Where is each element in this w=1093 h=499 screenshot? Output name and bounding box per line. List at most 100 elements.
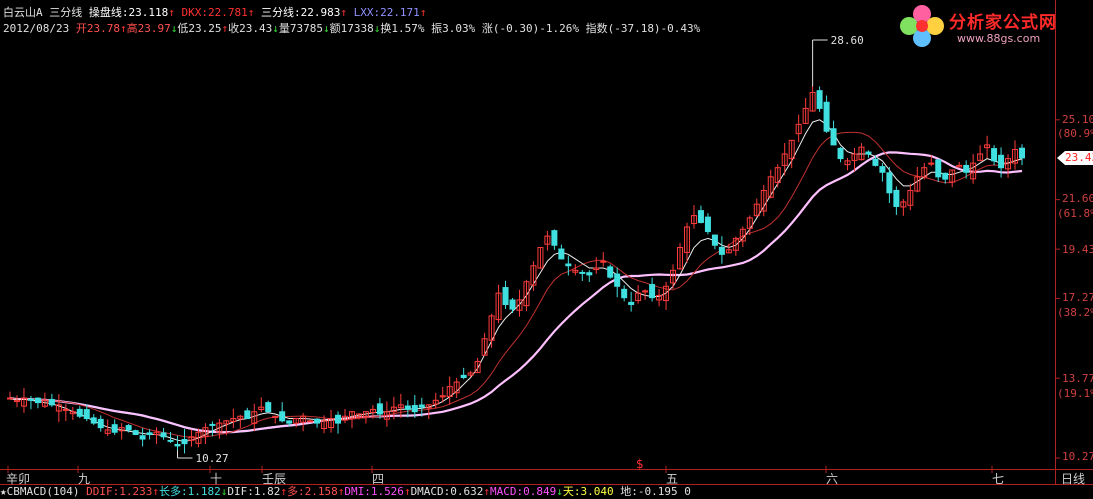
up-arrow-icon: ↑ xyxy=(403,485,411,498)
candle-down xyxy=(830,120,837,146)
candle-up xyxy=(635,285,642,304)
candle-up xyxy=(781,143,788,176)
candle-down xyxy=(502,280,509,310)
open-value: 开23.78 xyxy=(75,22,120,35)
candle-up xyxy=(572,264,579,276)
candle-up xyxy=(69,406,76,420)
candle-down xyxy=(649,277,656,302)
candle-up xyxy=(62,404,69,421)
candle-down xyxy=(816,86,823,112)
high-value: 高23.97 xyxy=(126,22,171,35)
candle-up xyxy=(432,392,439,409)
candle-down xyxy=(991,145,998,166)
y-tick-21-60: 21.60 xyxy=(1062,192,1093,205)
dmi-value: DMI:1.526 xyxy=(344,485,404,498)
candle-down xyxy=(697,205,704,224)
up-arrow-icon: ↑ xyxy=(340,6,347,19)
x-axis: 辛卯 九 十 壬辰 四 $ 五 六 七 日线 xyxy=(0,457,1093,486)
candle-up xyxy=(656,289,663,307)
candle-up xyxy=(907,183,914,211)
dkx-value: DKX:22.781 xyxy=(181,6,248,19)
candle-down xyxy=(614,267,621,298)
candle-down xyxy=(181,428,188,454)
candle-down xyxy=(139,427,146,447)
moving-average-lines xyxy=(9,119,1023,442)
candle-up xyxy=(858,143,865,161)
candle-down xyxy=(90,414,97,425)
candle-up xyxy=(342,408,349,424)
candle-up xyxy=(809,85,816,112)
kline-chart[interactable]: 28.60 10.27 xyxy=(0,0,1093,499)
duo-value: 多:2.158 xyxy=(286,485,338,498)
candle-up xyxy=(41,392,48,409)
logo-url[interactable]: www.88gs.com xyxy=(957,32,1040,45)
turnover-value: 换1.57% xyxy=(380,22,425,35)
candle-up xyxy=(7,391,13,400)
indicator-bar: ★CBMACD(104) DDIF:1.233↑长多:1.182↓DIF:1.8… xyxy=(0,485,1093,499)
ma-pink-line xyxy=(9,151,1023,434)
candle-down xyxy=(27,396,34,410)
candle-down xyxy=(893,186,900,215)
candle-up xyxy=(600,252,607,267)
candle-down xyxy=(628,291,635,312)
amplitude-value: 振3.03% xyxy=(431,22,476,35)
candle-up xyxy=(774,164,781,188)
ma-red-line xyxy=(9,131,1023,439)
candle-up xyxy=(725,243,732,254)
dollar-marker-icon: $ xyxy=(636,457,644,471)
quote-date: 2012/08/23 xyxy=(3,22,70,35)
dif-value: DIF:1.82 xyxy=(227,485,281,498)
chart-axes xyxy=(0,0,1093,485)
candle-down xyxy=(146,429,153,440)
candle-up xyxy=(956,161,963,168)
candle-down xyxy=(335,411,342,434)
up-arrow-icon: ↑ xyxy=(419,6,427,19)
candle-up xyxy=(690,205,697,229)
candle-up xyxy=(970,154,977,184)
candle-up xyxy=(767,169,774,199)
star-icon: ★ xyxy=(0,485,7,498)
y-tick-10-27: 10.27 xyxy=(1062,450,1093,463)
candle-up xyxy=(446,376,453,405)
ddif-value: DDIF:1.233 xyxy=(86,485,153,498)
candle-up xyxy=(488,313,495,348)
candle-up xyxy=(949,169,956,188)
dmacd-value: DMACD:0.632 xyxy=(410,485,484,498)
candle-up xyxy=(258,397,265,413)
y-tick-25-10: 25.10 xyxy=(1062,113,1093,126)
candle-down xyxy=(579,269,586,281)
indicator-title[interactable]: CBMACD(104) xyxy=(7,485,80,498)
up-arrow-icon: ↑ xyxy=(168,6,175,19)
candle-up xyxy=(544,230,551,251)
candle-up xyxy=(251,403,258,432)
up-arrow-icon: ↑ xyxy=(119,22,127,35)
min-price-label: 10.27 xyxy=(196,452,229,465)
candle-up xyxy=(1005,154,1012,178)
candle-up xyxy=(118,423,125,440)
candle-down xyxy=(607,264,614,279)
cp-value: 操盘线:23.118 xyxy=(88,6,169,19)
candle-down xyxy=(509,297,516,314)
candle-up xyxy=(153,427,160,445)
volume-value: 量73785 xyxy=(278,22,323,35)
candle-up xyxy=(537,247,544,269)
indicator-name[interactable]: 三分线 xyxy=(49,6,82,19)
down-arrow-icon: ↓ xyxy=(556,485,563,498)
candle-up xyxy=(677,243,684,270)
flower-logo-icon xyxy=(900,5,944,47)
candle-down xyxy=(886,166,893,203)
candle-down xyxy=(621,285,628,302)
stock-name[interactable]: 白云山A xyxy=(3,6,43,19)
header-line-2: 2012/08/23 开23.78↑高23.97↓低23.25↑收23.43↓量… xyxy=(3,22,700,36)
candle-up xyxy=(663,281,670,310)
zero-value: 0 xyxy=(684,485,691,498)
candle-up xyxy=(20,388,27,413)
change-value: 涨(-0.30)-1.26% xyxy=(481,22,579,35)
candle-down xyxy=(718,236,725,264)
index-change-value: 指数(-37.18)-0.43% xyxy=(585,22,701,35)
candle-down xyxy=(160,427,167,440)
amount-value: 额17338 xyxy=(329,22,374,35)
candle-down xyxy=(48,393,55,407)
site-logo: 分析家公式网 www.88gs.com xyxy=(897,2,1087,50)
candle-up xyxy=(397,393,404,418)
